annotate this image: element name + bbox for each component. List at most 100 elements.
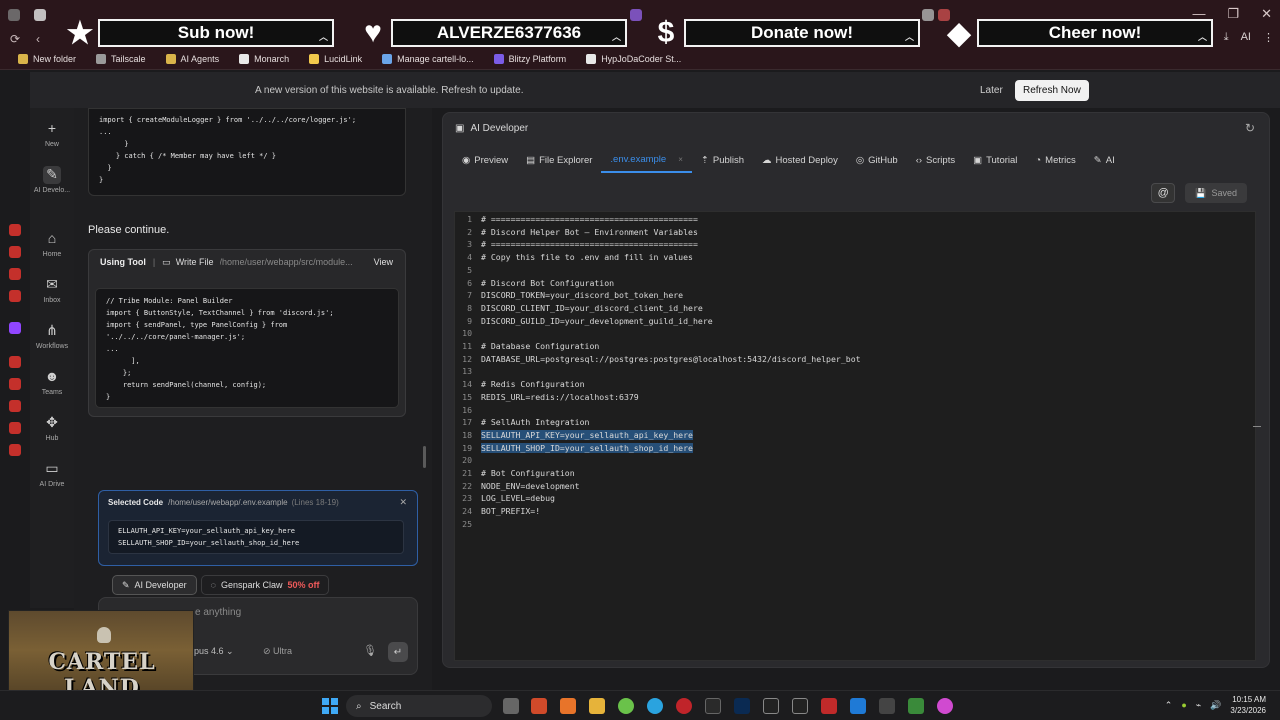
sidebar-item-new[interactable]: + New — [30, 120, 74, 148]
close-tab-icon[interactable]: × — [678, 155, 683, 164]
code-line[interactable]: BOT_PREFIX=! — [481, 506, 540, 516]
app-icon[interactable] — [937, 698, 953, 714]
code-line[interactable]: # ======================================… — [481, 214, 698, 224]
tab-github[interactable]: ◎ GitHub — [847, 147, 907, 173]
sidebar-item-home[interactable]: ⌂ Home — [30, 230, 74, 258]
microphone-icon[interactable]: 🎙 — [363, 644, 377, 657]
code-line[interactable]: # Database Configuration — [481, 341, 599, 351]
extension-icon[interactable] — [9, 378, 21, 390]
clock[interactable]: 10:15 AM 3/23/2026 — [1230, 694, 1266, 716]
network-icon[interactable]: ⌁ — [1196, 700, 1201, 711]
back-icon[interactable]: ‹ — [36, 32, 40, 46]
saved-button[interactable]: 💾 Saved — [1185, 183, 1247, 203]
start-button[interactable] — [322, 698, 338, 714]
tray-app-icon[interactable]: ● — [1181, 700, 1186, 710]
reload-icon[interactable]: ↻ — [1245, 121, 1255, 135]
extension-icon[interactable] — [9, 246, 21, 258]
extension-icon[interactable] — [9, 444, 21, 456]
app-icon[interactable] — [531, 698, 547, 714]
code-editor[interactable]: 1 # =====================================… — [454, 211, 1261, 661]
tab-preview[interactable]: ◉ Preview — [453, 147, 517, 173]
tab-favicon[interactable] — [630, 9, 642, 21]
code-line[interactable]: NODE_ENV=development — [481, 481, 580, 491]
ultra-toggle[interactable]: ⊘ Ultra — [263, 646, 292, 657]
tab-hosted-deploy[interactable]: ☁ Hosted Deploy — [753, 147, 847, 173]
file-explorer-icon[interactable] — [589, 698, 605, 714]
ai-button[interactable]: AI — [1241, 31, 1251, 44]
bookmark-item[interactable]: HypJoDaCoder St... — [586, 53, 681, 64]
code-line[interactable]: DISCORD_TOKEN=your_discord_bot_token_her… — [481, 290, 683, 300]
photoshop-icon[interactable] — [734, 698, 750, 714]
code-line[interactable]: DATABASE_URL=postgresql://postgres:postg… — [481, 354, 861, 364]
app-icon[interactable] — [705, 698, 721, 714]
extension-icon[interactable] — [9, 422, 21, 434]
code-line[interactable]: # Redis Configuration — [481, 379, 585, 389]
model-selector[interactable]: pus 4.6 ⌄ — [194, 646, 234, 657]
opera-icon[interactable] — [676, 698, 692, 714]
app-icon[interactable] — [618, 698, 634, 714]
code-line[interactable]: # Bot Configuration — [481, 468, 575, 478]
code-line[interactable]: REDIS_URL=redis://localhost:6379 — [481, 392, 639, 402]
bookmark-item[interactable]: AI Agents — [165, 53, 219, 64]
chevron-up-icon[interactable]: ⌃ — [1165, 700, 1173, 711]
ai-developer-mode-tab[interactable]: ✎ AI Developer — [112, 575, 197, 595]
code-line[interactable]: # Discord Bot Configuration — [481, 278, 614, 288]
sidebar-item-teams[interactable]: ☻ Teams — [30, 368, 74, 396]
refresh-now-button[interactable]: Refresh Now — [1015, 80, 1089, 101]
refresh-page-icon[interactable]: ⟳ — [10, 32, 20, 46]
sidebar-item-inbox[interactable]: ✉ Inbox — [30, 276, 74, 304]
tab-metrics[interactable]: ◔ Metrics — [1026, 147, 1084, 173]
app-icon[interactable] — [503, 698, 519, 714]
bookmark-item[interactable]: Manage cartell-lo... — [382, 53, 474, 64]
tab-favicon[interactable] — [34, 9, 46, 21]
extension-icon[interactable] — [9, 224, 21, 236]
vscode-icon[interactable] — [850, 698, 866, 714]
twitch-icon[interactable] — [9, 322, 21, 334]
tab-publish[interactable]: ⇡ Publish — [692, 147, 753, 173]
bookmark-item[interactable]: Monarch — [239, 53, 289, 64]
taskbar-search[interactable]: ⌕ Search — [346, 695, 492, 717]
tab-env-example[interactable]: .env.example × — [601, 147, 692, 173]
app-icon[interactable] — [879, 698, 895, 714]
volume-icon[interactable]: 🔊 — [1210, 700, 1221, 711]
code-line[interactable]: LOG_LEVEL=debug — [481, 493, 555, 503]
code-line[interactable]: SELLAUTH_API_KEY=your_sellauth_api_key_h… — [481, 429, 693, 440]
code-line[interactable]: # ======================================… — [481, 239, 698, 249]
code-line[interactable]: SELLAUTH_SHOP_ID=your_sellauth_shop_id_h… — [481, 442, 693, 453]
tab-scripts[interactable]: ‹› Scripts — [907, 147, 964, 173]
maximize-icon[interactable]: ❐ — [1227, 6, 1239, 22]
tab-file-explorer[interactable]: ▤ File Explorer — [517, 147, 601, 173]
download-icon[interactable]: ⤓ — [1224, 31, 1229, 44]
later-button[interactable]: Later — [980, 85, 1003, 96]
code-line[interactable]: DISCORD_CLIENT_ID=your_discord_client_id… — [481, 303, 703, 313]
app-icon[interactable] — [821, 698, 837, 714]
tab-favicon[interactable] — [922, 9, 934, 21]
chat-scrollbar[interactable] — [423, 446, 426, 468]
bookmark-item[interactable]: Tailscale — [96, 53, 146, 64]
app-icon[interactable] — [908, 698, 924, 714]
menu-icon[interactable]: ⋮ — [1263, 31, 1274, 44]
sidebar-item-ai-developer[interactable]: ✎ AI Develo... — [30, 166, 74, 194]
tab-ai[interactable]: ✎ AI — [1085, 147, 1124, 173]
tab-favicon[interactable] — [8, 9, 20, 21]
extension-icon[interactable] — [9, 356, 21, 368]
code-line[interactable]: # Copy this file to .env and fill in val… — [481, 252, 693, 262]
view-button[interactable]: View — [374, 257, 393, 267]
extension-icon[interactable] — [9, 400, 21, 412]
code-line[interactable]: # Discord Helper Bot – Environment Varia… — [481, 227, 698, 237]
bookmark-item[interactable]: Blitzy Platform — [493, 53, 566, 64]
close-icon[interactable]: ✕ — [399, 497, 407, 508]
telegram-icon[interactable] — [647, 698, 663, 714]
sidebar-item-workflows[interactable]: ⋔ Workflows — [30, 322, 74, 350]
code-line[interactable]: DISCORD_GUILD_ID=your_development_guild_… — [481, 316, 713, 326]
send-button[interactable]: ↵ — [388, 642, 408, 662]
genspark-claw-mode-tab[interactable]: ◌ Genspark Claw 50% off — [200, 575, 330, 595]
sidebar-item-hub[interactable]: ✥ Hub — [30, 414, 74, 442]
extension-icon[interactable] — [9, 268, 21, 280]
app-icon[interactable] — [792, 698, 808, 714]
bookmark-item[interactable]: LucidLink — [309, 53, 362, 64]
app-icon[interactable] — [560, 698, 576, 714]
bookmark-item[interactable]: New folder — [18, 53, 76, 64]
code-line[interactable]: # SellAuth Integration — [481, 417, 589, 427]
extension-icon[interactable] — [9, 290, 21, 302]
